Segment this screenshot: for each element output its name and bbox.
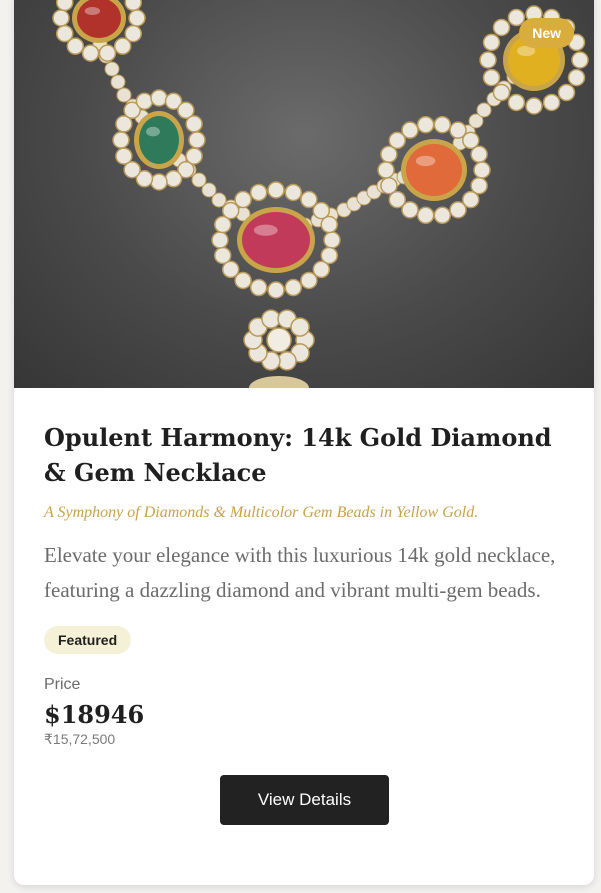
product-card: New Opulent Harmony: 14k Gold Diamond & … bbox=[14, 0, 594, 885]
product-title[interactable]: Opulent Harmony: 14k Gold Diamond & Gem … bbox=[44, 420, 574, 490]
product-description: Elevate your elegance with this luxuriou… bbox=[44, 543, 556, 602]
price-label: Price bbox=[44, 676, 81, 693]
necklace-photo bbox=[52, 0, 589, 388]
price-inr: ₹15,72,500 bbox=[44, 731, 116, 747]
featured-tag: Featured bbox=[44, 626, 132, 654]
product-image[interactable]: New bbox=[14, 0, 594, 388]
new-badge: New bbox=[519, 18, 574, 48]
price-usd: $18946 bbox=[44, 700, 145, 729]
view-details-button[interactable]: View Details bbox=[220, 775, 389, 825]
product-subtitle: A Symphony of Diamonds & Multicolor Gem … bbox=[44, 504, 479, 521]
product-body: Opulent Harmony: 14k Gold Diamond & Gem … bbox=[44, 420, 574, 748]
